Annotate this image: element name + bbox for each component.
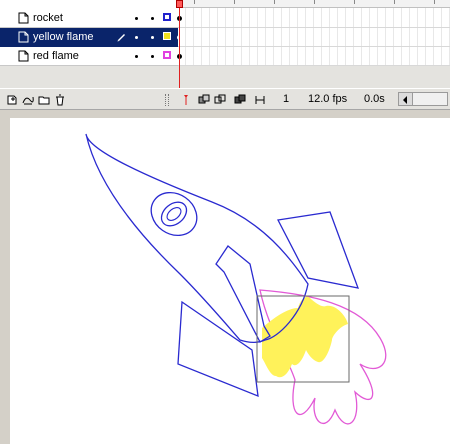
frame-ruler[interactable] — [178, 0, 450, 8]
frame-rate[interactable]: 12.0 fps — [308, 93, 347, 105]
visibility-dot[interactable] — [135, 17, 138, 20]
layer-row-yellow-flame[interactable]: yellow flame — [0, 28, 178, 47]
ruler-tick — [234, 0, 235, 4]
stage[interactable] — [10, 118, 450, 444]
timeline-panel: rocket yellow flame red flame 1 12.0 fps… — [0, 0, 450, 110]
outline-color-swatch[interactable] — [163, 51, 171, 59]
stage-drawing — [85, 133, 387, 425]
edit-multiple-icon[interactable] — [234, 94, 246, 106]
ruler-tick — [314, 0, 315, 4]
lock-dot[interactable] — [151, 36, 154, 39]
ruler-tick — [354, 0, 355, 4]
ruler-tick — [394, 0, 395, 4]
page-fold-icon — [18, 31, 29, 43]
rocket-body[interactable] — [85, 133, 309, 343]
onion-skin-icon[interactable] — [198, 94, 210, 106]
rocket-fin-right[interactable] — [277, 211, 360, 289]
outline-color-swatch[interactable] — [163, 32, 171, 40]
toolbar-splitter[interactable] — [165, 94, 169, 106]
rocket-window-inner[interactable] — [157, 197, 191, 230]
ruler-tick — [434, 0, 435, 4]
playhead[interactable] — [176, 0, 183, 8]
folder-icon[interactable] — [38, 94, 50, 106]
page-fold-icon — [18, 12, 29, 24]
onion-markers-icon[interactable] — [254, 94, 266, 106]
page-fold-icon — [18, 50, 29, 62]
outline-color-swatch[interactable] — [163, 13, 171, 21]
frame-row-divider — [178, 46, 450, 47]
stage-area — [0, 110, 450, 444]
layer-name-yellow-flame: yellow flame — [33, 31, 94, 43]
onion-outline-icon[interactable] — [214, 94, 226, 106]
playhead-line — [179, 0, 180, 88]
visibility-dot[interactable] — [135, 36, 138, 39]
layer-row-red-flame[interactable]: red flame — [0, 47, 178, 66]
insert-layer-icon[interactable] — [6, 94, 18, 106]
trash-icon[interactable] — [54, 94, 66, 106]
timeline-status-bar: 1 12.0 fps 0.0s — [0, 88, 450, 110]
lock-dot[interactable] — [151, 55, 154, 58]
timeline-frames[interactable] — [178, 0, 450, 66]
center-frame-icon[interactable] — [180, 94, 192, 106]
frame-row-divider — [178, 27, 450, 28]
rocket-nozzle[interactable] — [215, 245, 271, 343]
ruler-tick — [194, 0, 195, 4]
motion-guide-icon[interactable] — [22, 94, 34, 106]
scroll-left-arrow-icon[interactable] — [398, 92, 413, 106]
yellow-flame-shape[interactable] — [262, 296, 348, 378]
layer-row-rocket[interactable]: rocket — [0, 9, 178, 28]
rocket-window-glass[interactable] — [165, 205, 184, 223]
layer-list: rocket yellow flame red flame — [0, 0, 178, 66]
layer-name-red-flame: red flame — [33, 50, 79, 62]
ruler-tick — [274, 0, 275, 4]
lock-dot[interactable] — [151, 17, 154, 20]
visibility-dot[interactable] — [135, 55, 138, 58]
rocket-window-outer[interactable] — [143, 184, 205, 244]
elapsed-time: 0.0s — [364, 93, 385, 105]
layer-name-rocket: rocket — [33, 12, 63, 24]
current-frame: 1 — [283, 93, 290, 105]
pencil-icon — [117, 34, 125, 42]
timeline-empty-space — [0, 66, 450, 88]
